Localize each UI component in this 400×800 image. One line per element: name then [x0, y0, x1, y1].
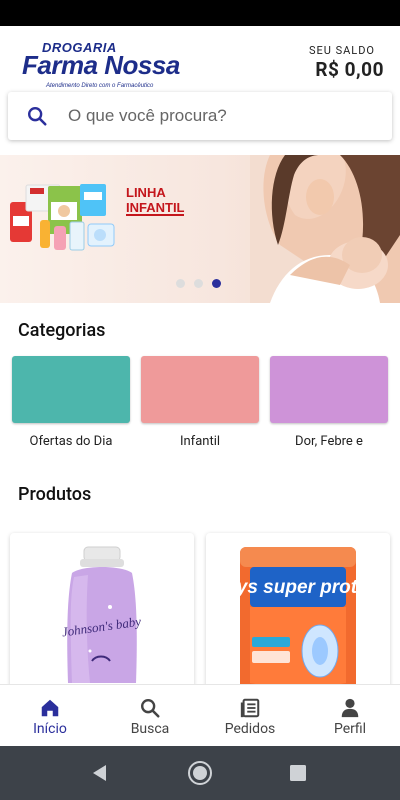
category-tile[interactable] — [12, 356, 130, 423]
recent-apps-icon[interactable] — [289, 764, 307, 782]
profile-icon — [341, 698, 359, 718]
nav-item-inicio[interactable]: Início — [0, 685, 100, 746]
logo-tagline: Atendimento Direto com o Farmacêutico — [46, 83, 154, 89]
category-label: Dor, Febre e — [295, 434, 363, 449]
app-header: DROGARIA Farma Nossa Atendimento Direto … — [0, 26, 400, 98]
back-icon[interactable] — [90, 763, 108, 783]
category-item[interactable]: Ofertas do Dia — [12, 356, 130, 456]
carousel-dot[interactable] — [194, 279, 203, 288]
carousel-dot-active[interactable] — [212, 279, 221, 288]
product-brand-text: always super proteção — [206, 577, 390, 598]
search-input[interactable] — [68, 102, 368, 130]
nav-item-perfil[interactable]: Perfil — [300, 685, 400, 746]
banner-underline — [126, 214, 184, 216]
nav-item-pedidos[interactable]: Pedidos — [200, 685, 300, 746]
product-image-always-pads: always super proteção — [206, 547, 390, 693]
category-label: Infantil — [179, 434, 221, 449]
balance-value[interactable]: R$ 0,00 — [315, 58, 384, 81]
brand-logo: DROGARIA Farma Nossa Atendimento Direto … — [22, 40, 182, 90]
carousel-indicator — [176, 279, 221, 288]
search-icon — [28, 107, 47, 126]
category-label: Ofertas do Dia — [29, 434, 113, 449]
orders-icon — [240, 698, 260, 718]
balance-label: SEU SALDO — [308, 44, 375, 57]
mother-and-baby-image — [250, 155, 400, 303]
carousel-dot[interactable] — [176, 279, 185, 288]
product-card[interactable]: always super proteção — [206, 533, 390, 693]
banner-title: LINHA INFANTIL — [126, 185, 185, 215]
products-list: Johnson's baby always super proteção — [10, 533, 400, 693]
home-button-icon[interactable] — [187, 760, 213, 786]
bottom-navigation: Início Busca Pedidos Perfil — [0, 684, 400, 746]
nav-label-busca: Busca — [130, 721, 170, 737]
status-bar — [0, 0, 400, 26]
category-tile[interactable] — [270, 356, 388, 423]
categories-title: Categorias — [18, 320, 106, 341]
nav-label-perfil: Perfil — [333, 721, 367, 737]
product-card[interactable]: Johnson's baby — [10, 533, 194, 693]
banner-title-line2: INFANTIL — [126, 200, 185, 215]
category-item[interactable]: Infantil — [141, 356, 259, 456]
category-tile[interactable] — [141, 356, 259, 423]
nav-label-inicio: Início — [33, 721, 67, 737]
categories-list: Ofertas do Dia Infantil Dor, Febre e — [12, 356, 400, 456]
logo-line2: Farma Nossa — [22, 50, 180, 80]
baby-products-image — [10, 184, 115, 251]
search-bar[interactable] — [8, 92, 392, 140]
home-icon — [41, 699, 59, 717]
banner-title-line1: LINHA — [126, 185, 166, 200]
category-item[interactable]: Dor, Febre e — [270, 356, 388, 456]
system-navigation-bar — [0, 746, 400, 800]
nav-item-busca[interactable]: Busca — [100, 685, 200, 746]
search-icon — [141, 699, 160, 718]
product-image-baby-lotion: Johnson's baby — [61, 546, 142, 683]
nav-label-pedidos: Pedidos — [224, 721, 276, 737]
products-title: Produtos — [18, 484, 92, 505]
